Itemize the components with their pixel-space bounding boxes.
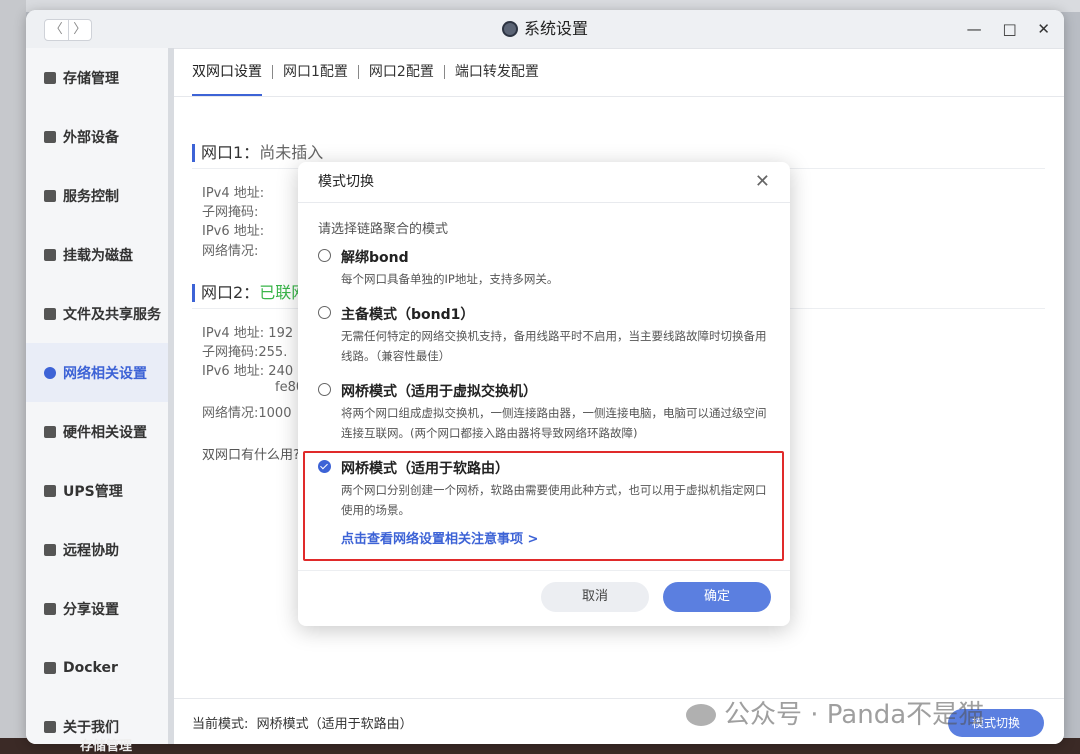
dialog-title: 模式切换: [318, 174, 374, 190]
sidebar-item-external-devices[interactable]: 外部设备: [26, 107, 168, 166]
option-description: 将两个网口组成虚拟交换机，一侧连接路由器，一侧连接电脑，电脑可以通过级空间连接互…: [341, 406, 767, 440]
sidebar-item-label: 远程协助: [63, 542, 119, 559]
wechat-icon: [686, 704, 716, 726]
port2-network-value: 1000: [258, 406, 292, 421]
sidebar-item-mount-disk[interactable]: 挂载为磁盘: [26, 225, 168, 284]
maximize-button[interactable]: □: [1002, 20, 1016, 38]
port1-mask-label: 子网掩码:: [202, 205, 259, 220]
info-icon: [44, 720, 56, 733]
sidebar-item-ups[interactable]: UPS管理: [26, 461, 168, 520]
port2-title: 网口2：: [201, 283, 260, 302]
disk-icon: [44, 248, 56, 261]
sidebar-item-label: Docker: [63, 659, 118, 676]
divider: [298, 570, 790, 571]
option-description: 每个网口具备单独的IP地址，支持多网关。: [341, 272, 559, 286]
current-mode-value: 网桥模式（适用于软路由）: [256, 717, 413, 732]
toggle-icon: [44, 189, 56, 202]
current-mode: 当前模式: 网桥模式（适用于软路由）: [192, 713, 413, 732]
port2-ipv4-row: IPv4 地址: 192: [202, 322, 293, 341]
port2-network-row: 网络情况:1000: [202, 402, 291, 421]
port2-network-label: 网络情况:: [202, 406, 259, 421]
port1-ipv6-label: IPv6 地址:: [202, 224, 265, 239]
port2-ipv6-row: IPv6 地址: 240: [202, 360, 293, 379]
remote-icon: [44, 543, 56, 556]
database-icon: [44, 71, 56, 84]
tab-dual-port[interactable]: 双网口设置: [192, 48, 272, 96]
share-icon: [44, 602, 56, 615]
taskbar-label: 存储管理: [80, 739, 133, 754]
sidebar-item-docker[interactable]: Docker: [26, 638, 168, 697]
port2-mask-label: 子网掩码:: [202, 345, 259, 360]
port2-ipv6-value: 240: [268, 364, 294, 379]
sidebar-item-label: 硬件相关设置: [63, 424, 147, 441]
radio-button[interactable]: [318, 249, 331, 262]
close-icon[interactable]: ✕: [755, 162, 770, 202]
sidebar-item-label: 挂载为磁盘: [63, 247, 133, 264]
port1-ipv4-label: IPv4 地址:: [202, 186, 265, 201]
highlight-box: [303, 451, 784, 561]
dialog-header: 模式切换 ✕: [298, 162, 790, 203]
dialog-prompt: 请选择链路聚合的模式: [318, 222, 449, 237]
sidebar: 存储管理 外部设备 服务控制 挂载为磁盘 文件及共享服务 网络相关设置 硬件相关…: [26, 48, 168, 744]
settings-app-icon: [501, 21, 518, 37]
port2-mask-value: 255.: [258, 345, 288, 360]
hardware-grid-icon: [44, 425, 56, 438]
watermark: 公众号 · Panda不是猫: [686, 694, 984, 731]
port1-heading: 网口1：尚未插入: [192, 144, 323, 162]
tab-port1-config[interactable]: 网口1配置: [273, 48, 358, 96]
window-title-text: 系统设置: [523, 19, 588, 38]
window-controls: — □ ✕: [951, 10, 1050, 48]
radio-button[interactable]: [318, 306, 331, 319]
sidebar-item-service-control[interactable]: 服务控制: [26, 166, 168, 225]
tab-port2-config[interactable]: 网口2配置: [359, 48, 444, 96]
faq-link[interactable]: 双网口有什么用?: [202, 444, 300, 463]
external-device-icon: [44, 130, 56, 143]
radio-button[interactable]: [318, 383, 331, 396]
sidebar-item-label: 关于我们: [63, 719, 119, 736]
globe-icon: [44, 366, 56, 379]
mode-switch-dialog: 模式切换 ✕ 请选择链路聚合的模式 解绑bond 每个网口具备单独的IP地址，支…: [298, 162, 790, 626]
current-mode-label: 当前模式:: [192, 717, 249, 732]
option-title: 网桥模式（适用于虚拟交换机）: [341, 384, 537, 400]
port2-ipv4-value: 192: [268, 326, 294, 341]
sidebar-item-label: 网络相关设置: [63, 365, 147, 382]
sidebar-item-label: 存储管理: [63, 70, 119, 87]
title-bar: 〈 〉 系统设置 — □ ✕: [26, 10, 1064, 49]
watermark-text: 公众号 · Panda不是猫: [724, 700, 985, 730]
sidebar-item-hardware[interactable]: 硬件相关设置: [26, 402, 168, 461]
port2-ipv4-label: IPv4 地址:: [202, 326, 265, 341]
sidebar-item-storage[interactable]: 存储管理: [26, 48, 168, 107]
sidebar-item-label: 外部设备: [63, 129, 119, 146]
sidebar-item-remote-assist[interactable]: 远程协助: [26, 520, 168, 579]
option-title: 主备模式（bond1）: [341, 307, 475, 323]
sidebar-item-share-settings[interactable]: 分享设置: [26, 579, 168, 638]
minimize-button[interactable]: —: [967, 20, 982, 38]
cancel-button[interactable]: 取消: [541, 582, 649, 612]
window-title: 系统设置: [26, 10, 1064, 48]
desktop-edge: [0, 0, 26, 754]
option-description: 无需任何特定的网络交换机支持，备用线路平时不启用，当主要线路故障时切换备用线路。…: [341, 329, 767, 363]
port2-ipv6-label: IPv6 地址:: [202, 364, 265, 379]
docker-icon: [44, 661, 56, 674]
sidebar-item-label: UPS管理: [63, 483, 123, 500]
port1-title: 网口1：: [201, 143, 260, 162]
tab-bar: 双网口设置 网口1配置 网口2配置 端口转发配置: [174, 48, 1064, 97]
sidebar-item-network[interactable]: 网络相关设置: [26, 343, 168, 402]
sidebar-item-label: 文件及共享服务: [63, 306, 161, 323]
sidebar-item-file-sharing[interactable]: 文件及共享服务: [26, 284, 168, 343]
port2-heading: 网口2：已联网: [192, 284, 307, 302]
port1-status: 尚未插入: [259, 143, 324, 162]
close-window-button[interactable]: ✕: [1037, 20, 1050, 38]
ups-icon: [44, 484, 56, 497]
option-title: 解绑bond: [341, 250, 409, 266]
sidebar-item-label: 分享设置: [63, 601, 119, 618]
tab-port-forwarding[interactable]: 端口转发配置: [445, 48, 549, 96]
file-share-icon: [44, 307, 56, 320]
sidebar-item-label: 服务控制: [63, 188, 119, 205]
port2-mask-row: 子网掩码:255.: [202, 341, 287, 360]
port1-network-label: 网络情况:: [202, 244, 259, 259]
confirm-button[interactable]: 确定: [663, 582, 771, 612]
